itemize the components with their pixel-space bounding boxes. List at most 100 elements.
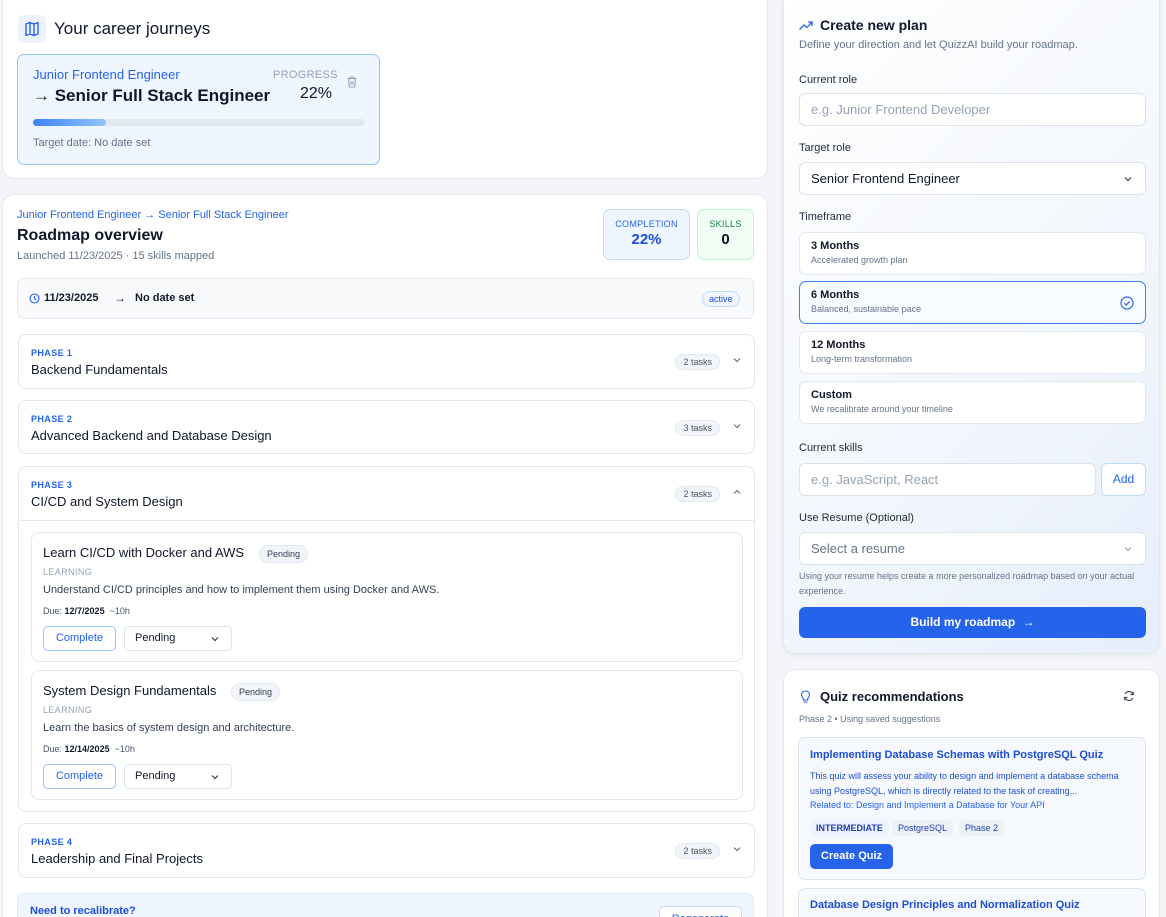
task-description: Learn the basics of system design and ar… xyxy=(43,722,295,734)
task-category: LEARNING xyxy=(43,567,93,577)
arrow-right-icon: → xyxy=(1022,615,1035,629)
task-status-value: Pending xyxy=(135,770,176,782)
task-title: Learn CI/CD with Docker and AWS xyxy=(43,545,245,560)
chevron-down-icon xyxy=(210,772,220,782)
chevron-down-icon[interactable] xyxy=(732,421,742,431)
timeline-arrow: → xyxy=(114,291,126,305)
plan-title: Create new plan xyxy=(820,17,928,33)
task-description: Understand CI/CD principles and how to i… xyxy=(43,584,440,596)
task-title: System Design Fundamentals xyxy=(43,683,217,698)
timeframe-option-6-months[interactable]: 6 Months Balanced, sustainable pace xyxy=(799,281,1146,324)
quiz-item-title[interactable]: Implementing Database Schemas with Postg… xyxy=(810,749,1103,761)
status-badge: active xyxy=(702,291,740,307)
journey-from-role: Junior Frontend Engineer xyxy=(33,67,180,82)
timeframe-sub: Long-term transformation xyxy=(811,354,913,364)
timeline-start: 11/23/2025 xyxy=(44,292,99,304)
resume-placeholder: Select a resume xyxy=(811,541,905,556)
progress-track xyxy=(33,119,365,126)
phase-label: PHASE 1 xyxy=(31,348,73,358)
add-skill-button[interactable]: Add xyxy=(1101,463,1146,496)
skills-stat: SKILLS 0 xyxy=(697,209,754,260)
task-status-select[interactable]: Pending xyxy=(124,626,232,651)
task-hours: ~10h xyxy=(109,606,130,616)
difficulty-tag: INTERMEDIATE xyxy=(810,820,889,836)
task-card: System Design Fundamentals Pending LEARN… xyxy=(31,670,743,800)
timeframe-title: Custom xyxy=(811,389,852,401)
task-status-badge: Pending xyxy=(259,545,309,563)
roadmap-title: Roadmap overview xyxy=(17,227,163,244)
resume-label: Use Resume (Optional) xyxy=(799,512,914,524)
progress-fill xyxy=(33,119,107,126)
phase-2[interactable]: PHASE 2 Advanced Backend and Database De… xyxy=(18,400,755,454)
quiz-recommendations-card: Quiz recommendations Phase 2 • Using sav… xyxy=(783,669,1160,917)
task-status-badge: Pending xyxy=(231,683,281,701)
trash-icon[interactable] xyxy=(345,75,359,89)
timeframe-title: 6 Months xyxy=(811,289,860,301)
completion-stat: COMPLETION 22% xyxy=(603,209,690,260)
task-card: Learn CI/CD with Docker and AWS Pending … xyxy=(31,532,743,662)
timeframe-option-3-months[interactable]: 3 Months Accelerated growth plan xyxy=(799,232,1146,275)
quiz-item-related: Related to: Design and Implement a Datab… xyxy=(810,800,1045,810)
timeframe-label: Timeframe xyxy=(799,211,852,223)
roadmap-card: Junior Frontend Engineer → Senior Full S… xyxy=(2,194,768,917)
chevron-down-icon[interactable] xyxy=(732,844,742,854)
chevron-down-icon[interactable] xyxy=(732,355,742,365)
phase-1[interactable]: PHASE 1 Backend Fundamentals 2 tasks xyxy=(18,334,755,389)
timeframe-option-custom[interactable]: Custom We recalibrate around your timeli… xyxy=(799,381,1146,424)
quiz-item: Implementing Database Schemas with Postg… xyxy=(798,737,1146,880)
trending-up-icon xyxy=(799,19,813,31)
task-category: LEARNING xyxy=(43,705,93,715)
task-status-select[interactable]: Pending xyxy=(124,764,232,789)
complete-button[interactable]: Complete xyxy=(43,626,116,651)
quiz-item-title[interactable]: Database Design Principles and Normaliza… xyxy=(810,899,1080,911)
due-date: 12/14/2025 xyxy=(64,744,110,754)
refresh-icon[interactable] xyxy=(1123,690,1135,702)
timeframe-option-12-months[interactable]: 12 Months Long-term transformation xyxy=(799,331,1146,374)
phase-title: Backend Fundamentals xyxy=(31,362,168,377)
quiz-item: Database Design Principles and Normaliza… xyxy=(798,888,1146,917)
lightbulb-icon xyxy=(800,690,811,704)
phase-4[interactable]: PHASE 4 Leadership and Final Projects 2 … xyxy=(18,823,755,878)
complete-button[interactable]: Complete xyxy=(43,764,116,789)
skills-label: Current skills xyxy=(799,442,863,454)
topic-tag: PostgreSQL xyxy=(892,820,954,836)
target-role-select[interactable]: Senior Frontend Engineer xyxy=(799,162,1146,195)
timeframe-sub: Balanced, sustainable pace xyxy=(811,304,922,314)
journey-to-role: → Senior Full Stack Engineer xyxy=(33,86,271,105)
phase-label: PHASE 2 xyxy=(31,414,73,424)
regenerate-button[interactable]: Regenerate xyxy=(659,906,742,917)
task-count-badge: 3 tasks xyxy=(675,420,720,436)
completion-label: COMPLETION xyxy=(615,219,678,229)
progress-label: PROGRESS xyxy=(273,69,338,81)
create-plan-card: Create new plan Define your direction an… xyxy=(783,0,1160,654)
phase-label: PHASE 4 xyxy=(31,837,73,847)
build-roadmap-label: Build my roadmap xyxy=(910,615,1016,629)
journey-card[interactable]: Junior Frontend Engineer → Senior Full S… xyxy=(17,54,380,165)
completion-value: 22% xyxy=(631,231,662,248)
target-date: Target date: No date set xyxy=(33,137,151,149)
timeline-end: No date set xyxy=(135,292,195,304)
skills-input[interactable]: e.g. JavaScript, React xyxy=(799,463,1096,496)
build-roadmap-button[interactable]: Build my roadmap → xyxy=(799,607,1146,638)
roadmap-subtitle: Launched 11/23/2025 · 15 skills mapped xyxy=(17,250,215,262)
timeframe-sub: We recalibrate around your timeline xyxy=(811,404,953,414)
timeframe-title: 3 Months xyxy=(811,240,860,252)
task-status-value: Pending xyxy=(135,632,176,644)
target-role-value: Senior Frontend Engineer xyxy=(811,171,960,186)
create-quiz-button[interactable]: Create Quiz xyxy=(810,844,893,869)
task-due: Due: 12/14/2025 ~10h xyxy=(43,744,135,754)
recalibrate-box: Need to recalibrate? Regenerate xyxy=(17,893,754,917)
resume-select[interactable]: Select a resume xyxy=(799,532,1146,565)
phase-divider xyxy=(19,520,754,521)
chevron-up-icon[interactable] xyxy=(732,487,742,497)
quiz-title: Quiz recommendations xyxy=(820,689,964,704)
phase-title: Advanced Backend and Database Design xyxy=(31,428,272,443)
current-role-label: Current role xyxy=(799,74,858,86)
progress-value: 22% xyxy=(300,85,333,102)
current-role-input[interactable]: e.g. Junior Frontend Developer xyxy=(799,93,1146,126)
task-hours: ~10h xyxy=(114,744,135,754)
map-icon xyxy=(18,15,46,43)
skills-value: 0 xyxy=(721,231,730,248)
chevron-down-icon xyxy=(210,634,220,644)
timeframe-sub: Accelerated growth plan xyxy=(811,255,908,265)
